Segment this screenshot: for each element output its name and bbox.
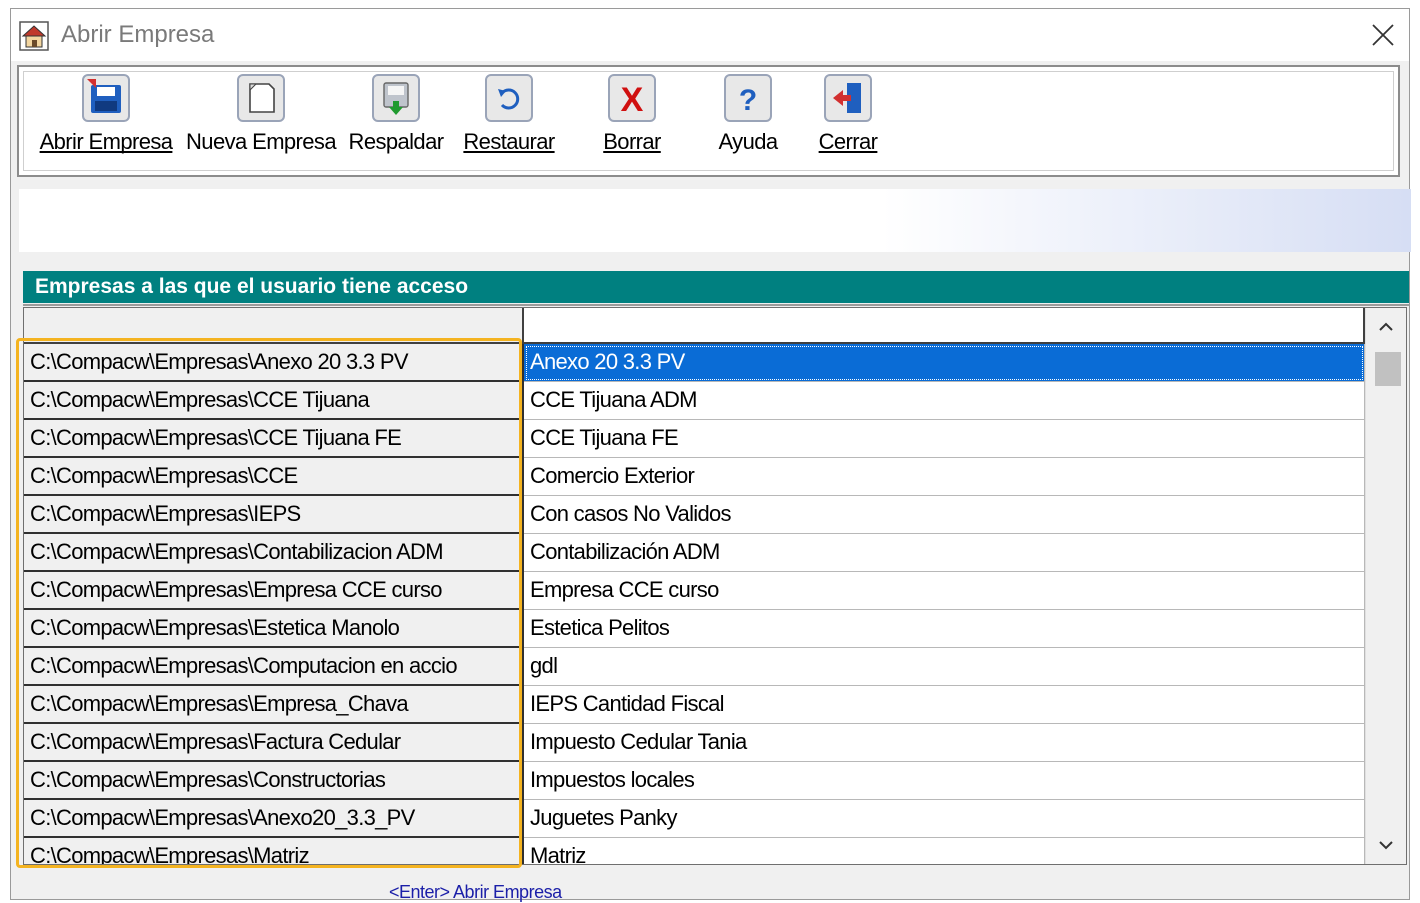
scroll-thumb[interactable] [1375, 352, 1401, 386]
help-button[interactable]: ? Ayuda [703, 73, 793, 155]
scroll-up-button[interactable] [1366, 310, 1406, 344]
delete-button[interactable]: X Borrar [587, 73, 677, 155]
company-name-cell[interactable]: Impuesto Cedular Tania [524, 724, 1365, 762]
restore-icon [485, 74, 533, 122]
chevron-up-icon [1379, 322, 1393, 331]
company-name-cell[interactable]: Juguetes Panky [524, 800, 1365, 838]
company-path-cell[interactable]: C:\Compacw\Empresas\CCE [24, 458, 524, 496]
help-icon: ? [724, 74, 772, 122]
svg-text:?: ? [739, 84, 757, 117]
open-company-icon [82, 74, 130, 122]
new-company-label: Nueva Empresa [186, 129, 337, 154]
new-company-icon [237, 74, 285, 122]
help-label: Ayuda [718, 129, 779, 154]
company-name-cell[interactable]: Estetica Pelitos [524, 610, 1365, 648]
restore-label: Restaurar [463, 129, 555, 154]
table-row[interactable]: C:\Compacw\Empresas\Computacion en accio… [24, 648, 1365, 686]
company-name-cell[interactable]: Comercio Exterior [524, 458, 1365, 496]
company-path-cell[interactable]: C:\Compacw\Empresas\Factura Cedular [24, 724, 524, 762]
table-row[interactable]: C:\Compacw\Empresas\Factura Cedular Impue… [24, 724, 1365, 762]
table-row[interactable]: C:\Compacw\Empresas\Anexo20_3.3_PV Juguet… [24, 800, 1365, 838]
company-path-cell[interactable]: C:\Compacw\Empresas\CCE Tijuana [24, 382, 524, 420]
company-name-cell[interactable]: Empresa CCE curso [524, 572, 1365, 610]
companies-grid[interactable]: C:\Compacw\Empresas\Anexo 20 3.3 PV Anexo… [23, 307, 1407, 865]
table-row[interactable]: C:\Compacw\Empresas\Anexo 20 3.3 PV Anexo… [24, 344, 1365, 382]
company-path-cell[interactable]: C:\Compacw\Empresas\Empresa CCE curso [24, 572, 524, 610]
section-divider [23, 304, 1409, 306]
company-name-cell[interactable]: Matriz [524, 838, 1365, 864]
delete-icon: X [608, 74, 656, 122]
table-row[interactable]: C:\Compacw\Empresas\IEPS Con casos No Val… [24, 496, 1365, 534]
title-bar: Abrir Empresa [11, 9, 1409, 61]
table-row[interactable]: C:\Compacw\Empresas\Contabilizacion ADM C… [24, 534, 1365, 572]
svg-text:X: X [621, 81, 644, 119]
close-label: Cerrar [818, 129, 878, 154]
company-path-cell[interactable]: C:\Compacw\Empresas\IEPS [24, 496, 524, 534]
column-header-path[interactable] [24, 308, 524, 344]
window-title: Abrir Empresa [61, 21, 215, 48]
company-path-cell[interactable]: C:\Compacw\Empresas\Empresa_Chava [24, 686, 524, 724]
company-path-cell[interactable]: C:\Compacw\Empresas\Computacion en accio [24, 648, 524, 686]
close-icon [1372, 24, 1394, 46]
company-name-cell[interactable]: Contabilización ADM [524, 534, 1365, 572]
backup-label: Respaldar [348, 129, 444, 154]
backup-icon [372, 74, 420, 122]
table-row[interactable]: C:\Compacw\Empresas\CCE Tijuana CCE Tijua… [24, 382, 1365, 420]
chevron-down-icon [1379, 841, 1393, 850]
company-name-cell[interactable]: CCE Tijuana ADM [524, 382, 1365, 420]
restore-button[interactable]: Restaurar [457, 73, 561, 155]
vertical-scrollbar[interactable] [1365, 308, 1406, 864]
table-row[interactable]: C:\Compacw\Empresas\Empresa CCE curso Emp… [24, 572, 1365, 610]
company-name-cell[interactable]: Anexo 20 3.3 PV [524, 344, 1365, 382]
table-row[interactable]: C:\Compacw\Empresas\CCE Comercio Exterior [24, 458, 1365, 496]
delete-label: Borrar [603, 129, 661, 154]
grid-rows: C:\Compacw\Empresas\Anexo 20 3.3 PV Anexo… [24, 344, 1365, 864]
table-row[interactable]: C:\Compacw\Empresas\CCE Tijuana FE CCE Ti… [24, 420, 1365, 458]
company-path-cell[interactable]: C:\Compacw\Empresas\CCE Tijuana FE [24, 420, 524, 458]
table-row[interactable]: C:\Compacw\Empresas\Constructorias Impues… [24, 762, 1365, 800]
company-name-cell[interactable]: CCE Tijuana FE [524, 420, 1365, 458]
new-company-button[interactable]: Nueva Empresa [183, 73, 339, 155]
close-button[interactable]: Cerrar [803, 73, 893, 155]
company-path-cell[interactable]: C:\Compacw\Empresas\Contabilizacion ADM [24, 534, 524, 572]
info-banner [19, 189, 1411, 252]
open-company-window: Abrir Empresa Abrir Empresa Nueva Empres… [10, 8, 1411, 902]
open-company-button[interactable]: Abrir Empresa [39, 73, 173, 155]
backup-button[interactable]: Respaldar [345, 73, 447, 155]
close-door-icon [824, 74, 872, 122]
table-row[interactable]: C:\Compacw\Empresas\Empresa_Chava IEPS Ca… [24, 686, 1365, 724]
app-house-icon [19, 21, 49, 51]
section-header: Empresas a las que el usuario tiene acce… [23, 271, 1409, 303]
company-path-cell[interactable]: C:\Compacw\Empresas\Anexo20_3.3_PV [24, 800, 524, 838]
company-path-cell[interactable]: C:\Compacw\Empresas\Anexo 20 3.3 PV [24, 344, 524, 382]
company-path-cell[interactable]: C:\Compacw\Empresas\Constructorias [24, 762, 524, 800]
column-header-name[interactable] [524, 308, 1365, 344]
company-path-cell[interactable]: C:\Compacw\Empresas\Matriz [24, 838, 524, 864]
toolbar: Abrir Empresa Nueva Empresa Respaldar Re… [17, 65, 1400, 177]
company-name-cell[interactable]: Con casos No Validos [524, 496, 1365, 534]
scroll-down-button[interactable] [1366, 828, 1406, 862]
enter-hint: <Enter> Abrir Empresa [389, 882, 562, 902]
open-company-label: Abrir Empresa [39, 129, 173, 154]
company-name-cell[interactable]: Impuestos locales [524, 762, 1365, 800]
company-name-cell[interactable]: gdl [524, 648, 1365, 686]
table-row[interactable]: C:\Compacw\Empresas\Matriz Matriz [24, 838, 1365, 864]
company-path-cell[interactable]: C:\Compacw\Empresas\Estetica Manolo [24, 610, 524, 648]
company-name-cell[interactable]: IEPS Cantidad Fiscal [524, 686, 1365, 724]
grid-header [24, 308, 1365, 344]
table-row[interactable]: C:\Compacw\Empresas\Estetica Manolo Estet… [24, 610, 1365, 648]
close-window-button[interactable] [1363, 17, 1403, 53]
